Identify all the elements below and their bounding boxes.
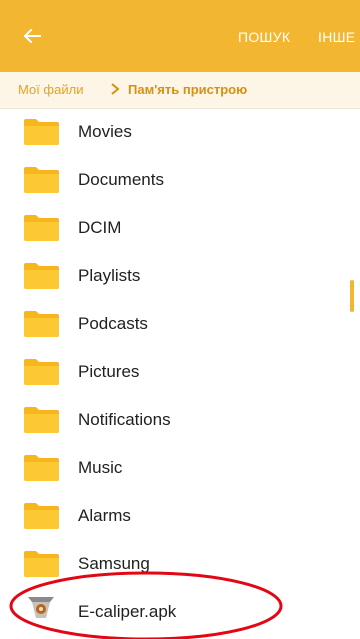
folder-icon bbox=[24, 263, 59, 289]
list-item-label: Notifications bbox=[78, 410, 171, 429]
folder-icon bbox=[24, 215, 59, 241]
search-button[interactable]: ПОШУК bbox=[238, 29, 290, 45]
list-item[interactable]: DCIM bbox=[0, 204, 360, 252]
folder-icon bbox=[24, 119, 59, 145]
list-item[interactable]: Movies bbox=[0, 108, 360, 156]
list-item-label: E-caliper.apk bbox=[78, 602, 177, 621]
breadcrumb-current[interactable]: Пам'ять пристрою bbox=[128, 82, 247, 97]
file-list: Movies Documents DCIM Playlists Podcasts bbox=[0, 108, 360, 639]
apk-file-icon bbox=[28, 597, 54, 618]
list-item[interactable]: Music bbox=[0, 444, 360, 492]
list-item[interactable]: Playlists bbox=[0, 252, 360, 300]
list-item[interactable]: Documents bbox=[0, 156, 360, 204]
app-bar: ПОШУК ІНШЕ bbox=[0, 0, 360, 72]
folder-icon bbox=[24, 311, 59, 337]
back-button[interactable] bbox=[18, 22, 46, 50]
breadcrumb: Мої файли Пам'ять пристрою bbox=[0, 72, 360, 109]
list-item-label: Samsung bbox=[78, 554, 150, 573]
breadcrumb-root[interactable]: Мої файли bbox=[18, 82, 83, 97]
list-item-label: DCIM bbox=[78, 218, 122, 237]
folder-icon bbox=[24, 407, 59, 433]
folder-icon bbox=[24, 455, 59, 481]
list-item-label: Documents bbox=[78, 170, 164, 189]
list-item-label: Music bbox=[78, 458, 123, 477]
folder-icon bbox=[24, 503, 59, 529]
list-item-label: Podcasts bbox=[78, 314, 148, 333]
list-item[interactable]: Notifications bbox=[0, 396, 360, 444]
chevron-right-icon bbox=[111, 83, 120, 95]
arrow-left-icon bbox=[23, 28, 41, 44]
scrollbar-thumb[interactable] bbox=[350, 280, 354, 312]
list-item-label: Pictures bbox=[78, 362, 140, 381]
list-item-label: Playlists bbox=[78, 266, 141, 285]
list-item[interactable]: Samsung bbox=[0, 540, 360, 588]
more-button[interactable]: ІНШЕ bbox=[318, 29, 355, 45]
list-item[interactable]: Podcasts bbox=[0, 300, 360, 348]
list-item[interactable]: Alarms bbox=[0, 492, 360, 540]
list-item-label: Alarms bbox=[78, 506, 131, 525]
list-item-label: Movies bbox=[78, 122, 132, 141]
list-item[interactable]: E-caliper.apk bbox=[0, 588, 360, 636]
list-item[interactable]: Pictures bbox=[0, 348, 360, 396]
folder-icon bbox=[24, 551, 59, 577]
folder-icon bbox=[24, 359, 59, 385]
folder-icon bbox=[24, 167, 59, 193]
